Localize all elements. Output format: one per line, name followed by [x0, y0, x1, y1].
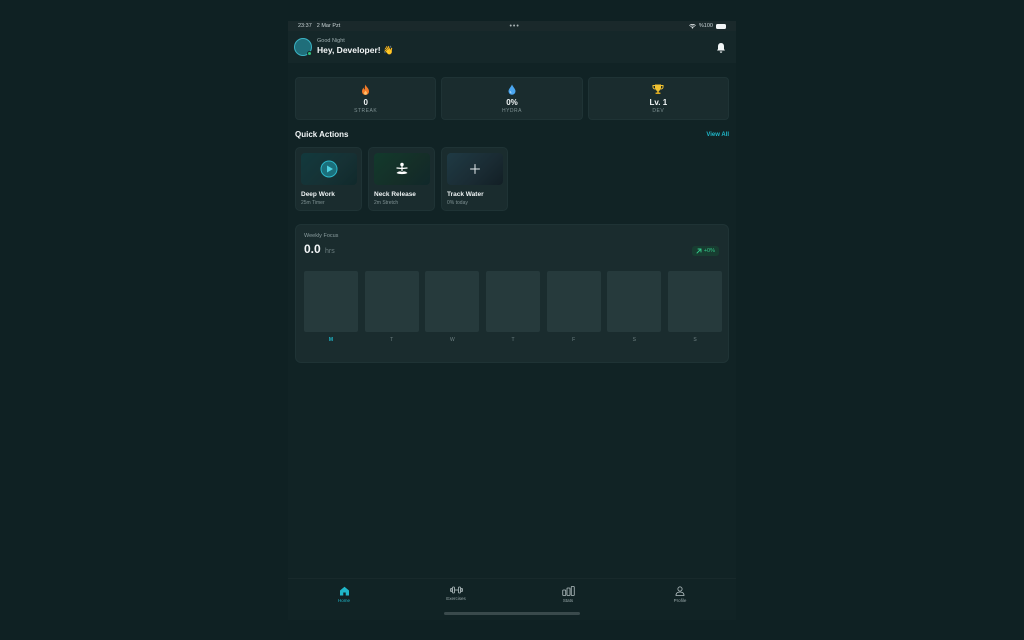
weekday-bar[interactable]	[546, 271, 601, 332]
weekday-bar[interactable]	[425, 271, 480, 332]
tab-label: Home	[337, 598, 350, 603]
stat-card-level[interactable]: Lv. 1 DEV	[587, 77, 729, 120]
battery-percent: %100	[698, 23, 713, 29]
weekday-label: S	[632, 337, 637, 343]
stat-value: 0	[363, 97, 368, 107]
greeting-main: Hey, Developer! 👋	[317, 45, 394, 55]
plus-icon	[470, 164, 480, 174]
weekly-focus-value-row: 0.0 hrs	[304, 242, 335, 256]
weekday-bar[interactable]	[607, 271, 662, 332]
quick-actions-header: Quick Actions View All	[295, 130, 729, 139]
stat-label: HYDRA	[501, 107, 522, 114]
weekly-focus-unit: hrs	[325, 248, 335, 255]
tab-profile[interactable]: Profile	[624, 579, 736, 620]
greeting-block: Good Night Hey, Developer! 👋	[294, 38, 394, 56]
online-indicator	[307, 51, 312, 56]
weekday-label: F	[572, 337, 576, 343]
quick-action-deep-work[interactable]: Deep Work 25m Timer	[295, 147, 362, 211]
stat-label: STREAK	[354, 107, 378, 114]
stat-label: DEV	[652, 107, 665, 114]
quick-action-name: Track Water	[447, 191, 484, 198]
tab-label: Profile	[673, 598, 687, 603]
bar-chart-icon	[561, 586, 575, 596]
weekly-focus-label: Weekly Focus	[304, 233, 339, 239]
weekday-label: S	[693, 337, 697, 343]
status-bar: 23:37 2 Mar Pzt ••• %100	[288, 21, 736, 31]
weekday-bar[interactable]	[304, 271, 358, 332]
home-indicator[interactable]	[444, 612, 580, 615]
status-date: 2 Mar Pzt	[316, 23, 341, 29]
flame-icon	[361, 84, 370, 96]
weekly-focus-card[interactable]: Weekly Focus 0.0 hrs +0% M T W T F S S	[295, 224, 729, 363]
weekday-bar[interactable]	[668, 271, 723, 332]
weekday-label: M	[328, 337, 334, 343]
quick-action-track-water[interactable]: Track Water 0% today	[441, 147, 508, 211]
play-icon	[320, 160, 338, 178]
greeting-small: Good Night	[317, 38, 345, 44]
tab-home[interactable]: Home	[288, 579, 400, 620]
quick-actions-title: Quick Actions	[295, 130, 349, 139]
weekday-bar[interactable]	[486, 271, 540, 332]
stat-value: 0%	[506, 97, 518, 107]
weekday-column: W	[425, 271, 480, 343]
quick-action-thumb	[301, 153, 357, 185]
weekly-change-badge: +0%	[691, 246, 719, 256]
weekday-column: S	[607, 271, 662, 343]
weekday-column: S	[668, 271, 723, 343]
weekday-column: M	[304, 271, 358, 343]
quick-actions-row: Deep Work 25m Timer Neck Release 2m Stre…	[295, 147, 508, 211]
avatar[interactable]	[294, 38, 312, 56]
droplet-icon	[508, 84, 516, 96]
weekly-change-value: +0%	[703, 248, 715, 254]
bell-icon	[717, 42, 725, 53]
dumbbell-icon	[449, 586, 463, 594]
multitask-dots-icon[interactable]: •••	[509, 23, 519, 30]
weekday-column: T	[486, 271, 540, 343]
stat-value: Lv. 1	[649, 97, 668, 107]
meditation-icon	[396, 162, 408, 175]
greeting-text: Good Night Hey, Developer! 👋	[317, 38, 394, 56]
app-window: 23:37 2 Mar Pzt ••• %100 Good Night Hey,…	[288, 21, 736, 620]
weekly-focus-value: 0.0	[304, 242, 321, 256]
tab-label: Stats	[562, 598, 574, 603]
status-right: %100	[689, 23, 726, 29]
weekday-column: T	[364, 271, 419, 343]
quick-action-name: Deep Work	[301, 191, 335, 198]
trend-up-icon	[696, 248, 702, 254]
weekday-label: T	[390, 337, 394, 343]
weekly-bars: MTWTFSS	[304, 271, 723, 343]
status-left: 23:37 2 Mar Pzt	[298, 23, 340, 29]
stat-card-hydra[interactable]: 0% HYDRA	[441, 77, 583, 120]
stat-card-streak[interactable]: 0 STREAK	[295, 77, 437, 120]
notifications-button[interactable]	[713, 39, 729, 55]
quick-action-thumb	[374, 153, 430, 185]
battery-icon	[716, 23, 726, 29]
quick-action-neck-release[interactable]: Neck Release 2m Stretch	[368, 147, 435, 211]
weekday-label: W	[449, 337, 455, 343]
user-icon	[675, 586, 685, 596]
tab-label: Exercises	[446, 596, 466, 601]
status-time: 23:37	[298, 23, 312, 29]
quick-action-thumb	[447, 153, 503, 185]
wifi-icon	[689, 23, 696, 29]
quick-action-sub: 25m Timer	[301, 200, 325, 206]
stats-row: 0 STREAK 0% HYDRA Lv. 1 DEV	[295, 77, 729, 120]
quick-action-sub: 0% today	[447, 200, 468, 206]
weekday-bar[interactable]	[364, 271, 419, 332]
home-icon	[339, 586, 349, 596]
weekday-column: F	[546, 271, 601, 343]
header: Good Night Hey, Developer! 👋	[288, 31, 736, 63]
view-all-link[interactable]: View All	[706, 132, 729, 138]
trophy-icon	[652, 84, 664, 96]
weekday-label: T	[511, 337, 515, 343]
quick-action-sub: 2m Stretch	[374, 200, 399, 206]
quick-action-name: Neck Release	[374, 191, 416, 198]
